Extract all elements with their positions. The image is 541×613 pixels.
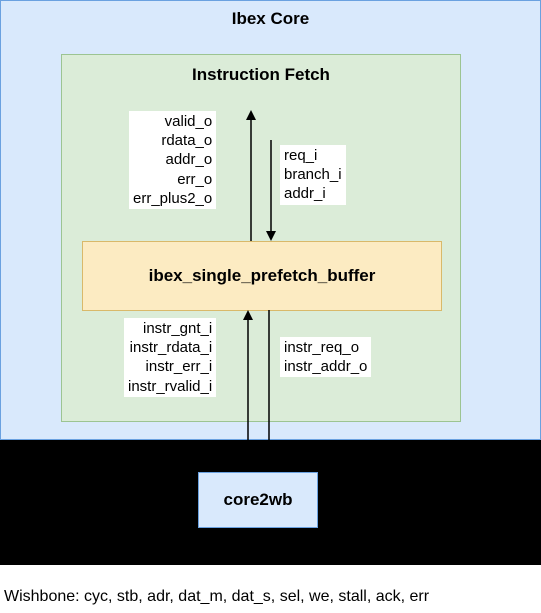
signal-instr-rdata-i: instr_rdata_i [128, 338, 212, 357]
signal-addr-i: addr_i [284, 184, 342, 203]
instruction-fetch-block: Instruction Fetch valid_o rdata_o addr_o… [61, 54, 461, 422]
signals-outputs-up: valid_o rdata_o addr_o err_o err_plus2_o [129, 111, 216, 209]
signals-outputs-down: instr_req_o instr_addr_o [280, 337, 371, 377]
ibex-core-title: Ibex Core [1, 1, 540, 29]
signals-inputs-down: req_i branch_i addr_i [280, 145, 346, 205]
arrow-up-top-left [244, 110, 258, 241]
signal-req-i: req_i [284, 146, 342, 165]
prefetch-buffer-block: ibex_single_prefetch_buffer [82, 241, 442, 311]
signal-addr-o: addr_o [133, 150, 212, 169]
signal-err-o: err_o [133, 170, 212, 189]
signals-inputs-up: instr_gnt_i instr_rdata_i instr_err_i in… [124, 318, 216, 397]
prefetch-buffer-label: ibex_single_prefetch_buffer [149, 266, 376, 286]
wishbone-signals-text: Wishbone: cyc, stb, adr, dat_m, dat_s, s… [4, 588, 539, 606]
signal-err-plus2-o: err_plus2_o [133, 189, 212, 208]
signal-rdata-o: rdata_o [133, 131, 212, 150]
signal-valid-o: valid_o [133, 112, 212, 131]
core2wb-label: core2wb [224, 490, 293, 510]
arrow-down-top-right [264, 140, 278, 241]
core2wb-block: core2wb [198, 472, 318, 528]
signal-instr-addr-o: instr_addr_o [284, 357, 367, 376]
signal-instr-err-i: instr_err_i [128, 357, 212, 376]
signal-instr-gnt-i: instr_gnt_i [128, 319, 212, 338]
interconnect-block: core2wb [0, 440, 541, 565]
signal-instr-rvalid-i: instr_rvalid_i [128, 377, 212, 396]
instruction-fetch-title: Instruction Fetch [62, 55, 460, 85]
signal-branch-i: branch_i [284, 165, 342, 184]
signal-instr-req-o: instr_req_o [284, 338, 367, 357]
